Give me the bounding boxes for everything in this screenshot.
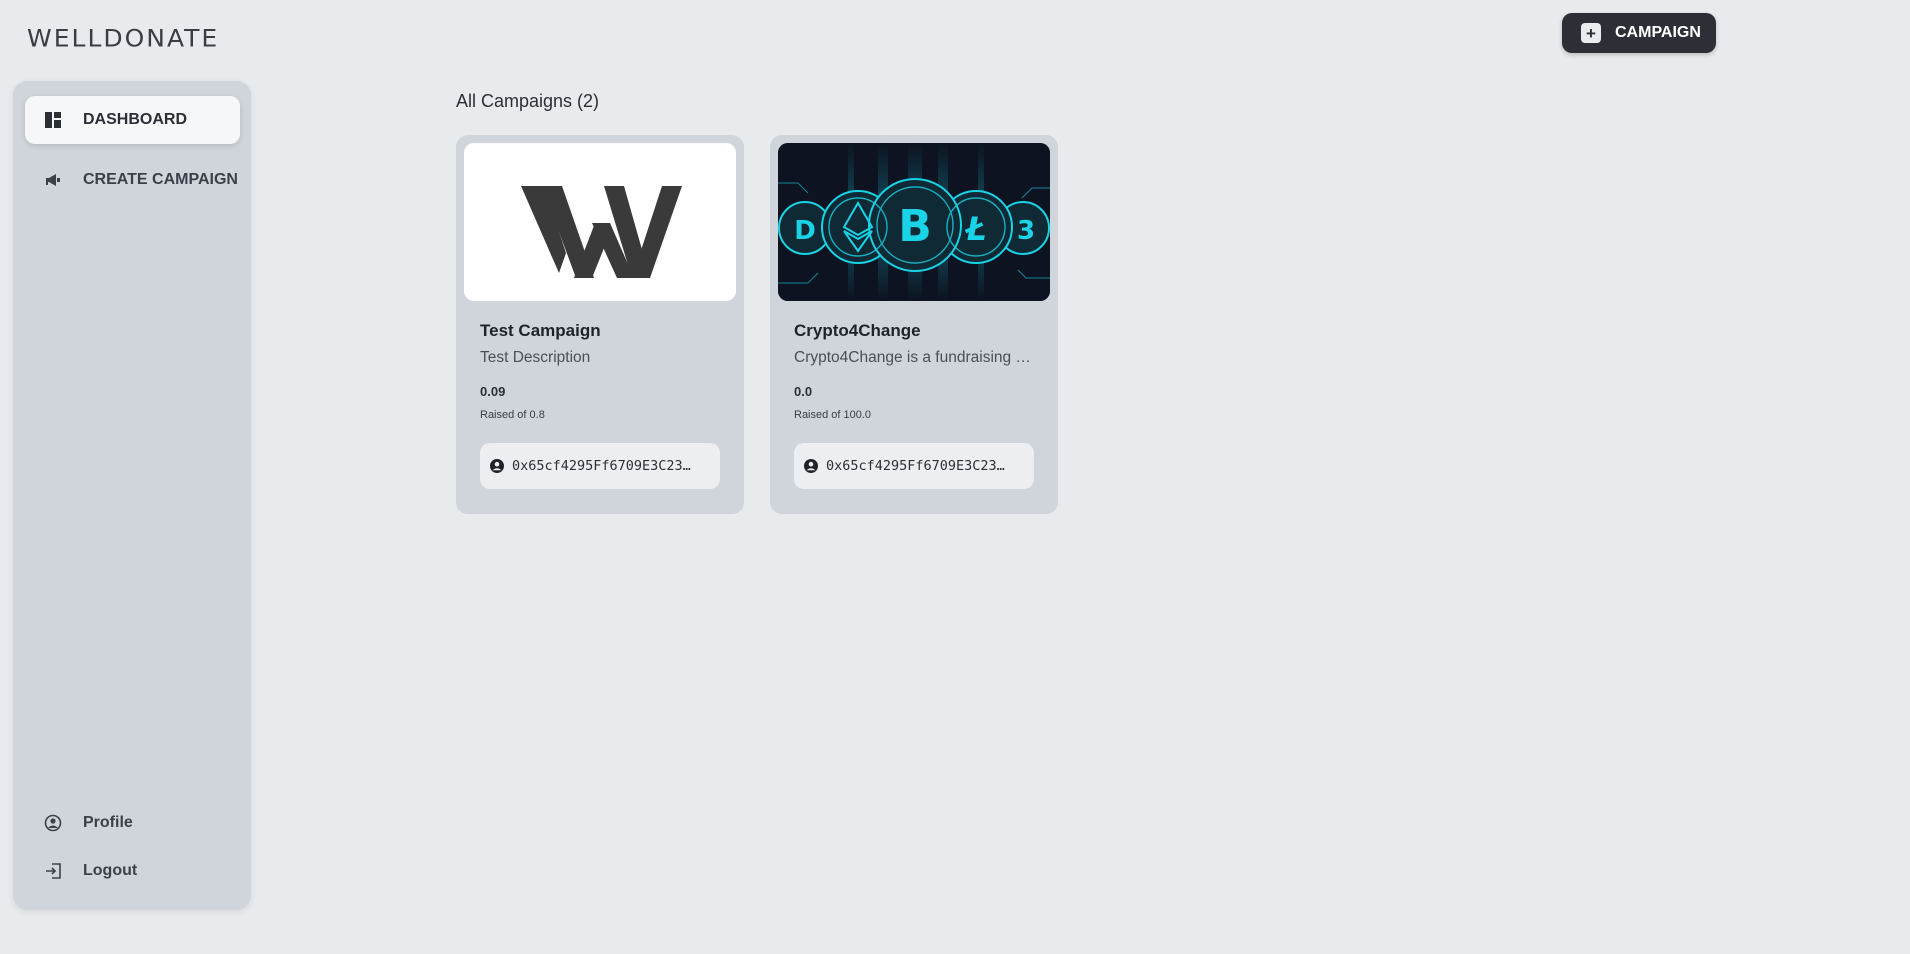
sidebar-item-label: CREATE CAMPAIGN	[83, 171, 238, 188]
sidebar-item-dashboard[interactable]: DASHBOARD	[25, 96, 240, 144]
campaign-image	[464, 143, 736, 301]
svg-text:B: B	[898, 201, 932, 252]
owner-address: 0x65cf4295Ff6709E3C23…	[826, 458, 1005, 474]
campaign-raised: Raised of 0.8	[480, 409, 545, 421]
sidebar: DASHBOARD CREATE CAMPAIGN Profile Logout	[13, 81, 251, 910]
sidebar-item-label: Profile	[83, 814, 133, 831]
campaign-amount: 0.09	[480, 384, 506, 399]
campaign-card[interactable]: Test Campaign Test Description 0.09 Rais…	[456, 135, 744, 514]
svg-text:3: 3	[1017, 216, 1035, 246]
section-title: All Campaigns (2)	[456, 91, 600, 111]
campaign-image: B Ł D 3	[778, 143, 1050, 301]
owner-address-chip[interactable]: 0x65cf4295Ff6709E3C23…	[480, 443, 720, 489]
logout-icon	[43, 861, 63, 881]
svg-text:D: D	[794, 216, 816, 246]
new-campaign-button[interactable]: + CAMPAIGN	[1562, 13, 1716, 53]
owner-address-chip[interactable]: 0x65cf4295Ff6709E3C23…	[794, 443, 1034, 489]
campaign-description: Crypto4Change is a fundraising …	[794, 349, 1031, 366]
campaign-title: Crypto4Change	[794, 321, 921, 340]
sidebar-item-profile[interactable]: Profile	[25, 799, 240, 847]
sidebar-item-create-campaign[interactable]: CREATE CAMPAIGN	[25, 156, 240, 204]
campaign-title: Test Campaign	[480, 321, 601, 340]
user-circle-icon	[803, 458, 819, 474]
campaign-card[interactable]: B Ł D 3 Crypto4Change Crypto4Change is a…	[770, 135, 1058, 514]
campaign-raised: Raised of 100.0	[794, 409, 872, 421]
owner-address: 0x65cf4295Ff6709E3C23…	[512, 458, 691, 474]
user-circle-icon	[489, 458, 505, 474]
sidebar-item-label: DASHBOARD	[83, 111, 187, 128]
app-logo[interactable]: WELLDONATE	[27, 25, 219, 53]
megaphone-icon	[43, 170, 63, 190]
svg-text:Ł: Ł	[964, 210, 986, 248]
user-circle-icon	[43, 813, 63, 833]
sidebar-item-logout[interactable]: Logout	[25, 847, 240, 895]
new-campaign-label: CAMPAIGN	[1615, 24, 1701, 41]
plus-icon: +	[1581, 23, 1601, 43]
campaign-amount: 0.0	[794, 384, 813, 399]
sidebar-item-label: Logout	[83, 862, 138, 879]
dashboard-icon	[43, 110, 63, 130]
campaign-description: Test Description	[480, 349, 591, 366]
